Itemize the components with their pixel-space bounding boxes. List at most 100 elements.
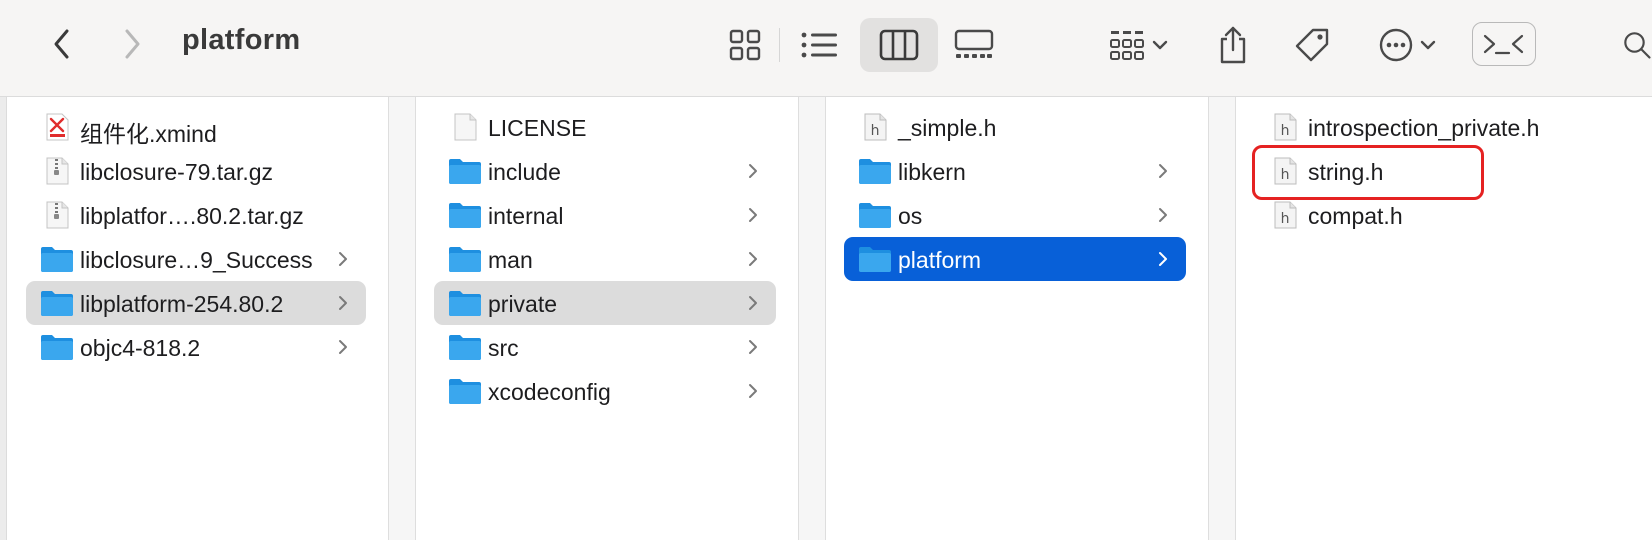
folder-row[interactable]: platform — [844, 237, 1186, 281]
chevron-left-icon — [54, 29, 69, 59]
chevron-right-icon — [339, 252, 347, 266]
svg-text:h: h — [871, 123, 880, 139]
folder-icon — [858, 201, 892, 229]
folder-icon — [40, 333, 74, 361]
archive-icon — [40, 201, 74, 229]
list-view-button[interactable] — [780, 18, 858, 72]
folder-row[interactable]: internal — [434, 193, 776, 237]
tag-icon — [1295, 28, 1329, 62]
archive-icon — [40, 157, 74, 185]
svg-text:h: h — [1281, 211, 1290, 227]
folder-row[interactable]: src — [434, 325, 776, 369]
toolbar: platform — [0, 0, 1652, 97]
file-row[interactable]: h _simple.h — [844, 105, 1186, 149]
item-label: private — [488, 291, 558, 317]
more-actions-button[interactable] — [1372, 18, 1442, 72]
chevron-right-icon — [339, 296, 347, 310]
header-file-icon: h — [1268, 201, 1302, 229]
folder-icon — [40, 289, 74, 317]
folder-icon — [448, 245, 482, 273]
item-label: LICENSE — [488, 115, 587, 141]
folder-row[interactable]: man — [434, 237, 776, 281]
gallery-icon — [954, 29, 994, 58]
group-by-button[interactable] — [1102, 18, 1176, 72]
chevron-down-icon — [1420, 40, 1436, 50]
chevron-right-icon — [749, 384, 757, 398]
folder-icon — [858, 157, 892, 185]
folder-icon — [448, 289, 482, 317]
item-label: internal — [488, 203, 564, 229]
folder-row[interactable]: include — [434, 149, 776, 193]
folder-icon — [448, 157, 482, 185]
file-row[interactable]: libplatfor….80.2.tar.gz — [26, 193, 366, 237]
chevron-down-icon — [1152, 40, 1168, 50]
item-label: include — [488, 159, 561, 185]
chevron-right-icon — [1159, 208, 1167, 222]
search-icon — [1624, 32, 1651, 59]
file-row[interactable]: 组件化.xmind — [26, 105, 366, 149]
folder-row[interactable]: libclosure…9_Success — [26, 237, 366, 281]
item-label: os — [898, 203, 923, 229]
chevron-right-icon — [749, 164, 757, 178]
chevron-right-icon — [339, 340, 347, 354]
chevron-right-icon — [749, 296, 757, 310]
item-label: objc4-818.2 — [80, 335, 201, 361]
browser-column: 组件化.xmind libclosure-79.tar.gz libplatfo… — [8, 97, 388, 540]
file-row[interactable]: libclosure-79.tar.gz — [26, 149, 366, 193]
back-button[interactable] — [42, 22, 82, 66]
more-actions-icon — [1379, 28, 1413, 62]
item-label: platform — [898, 247, 982, 273]
item-label: 组件化.xmind — [80, 121, 217, 147]
item-label: xcodeconfig — [488, 379, 611, 405]
xmind-file-icon — [40, 113, 74, 141]
forward-button[interactable] — [112, 22, 152, 66]
item-label: libclosure-79.tar.gz — [80, 159, 274, 185]
terminal-button[interactable] — [1472, 22, 1536, 66]
folder-icon — [448, 333, 482, 361]
icon-view-button[interactable] — [706, 18, 784, 72]
terminal-icon — [1483, 34, 1524, 55]
column-divider[interactable] — [798, 97, 826, 540]
file-row[interactable]: h introspection_private.h — [1254, 105, 1630, 149]
column-divider[interactable] — [1208, 97, 1236, 540]
chevron-right-icon — [1159, 252, 1167, 266]
window-title: platform — [182, 24, 301, 56]
file-row[interactable]: LICENSE — [434, 105, 776, 149]
browser-column: h _simple.h libkern os platform — [826, 97, 1208, 540]
chevron-right-icon — [125, 29, 140, 59]
share-icon — [1220, 26, 1246, 64]
browser-column: LICENSE include internal man private src… — [416, 97, 798, 540]
item-label: introspection_private.h — [1308, 115, 1540, 141]
folder-row[interactable]: xcodeconfig — [434, 369, 776, 413]
share-button[interactable] — [1213, 18, 1253, 72]
folder-row[interactable]: libplatform-254.80.2 — [26, 281, 366, 325]
folder-row[interactable]: libkern — [844, 149, 1186, 193]
item-label: _simple.h — [898, 115, 997, 141]
item-label: compat.h — [1308, 203, 1403, 229]
header-file-icon: h — [858, 113, 892, 141]
tag-button[interactable] — [1290, 18, 1334, 72]
document-icon — [448, 113, 482, 141]
header-file-icon: h — [1268, 113, 1302, 141]
folder-icon — [858, 245, 892, 273]
item-label: libkern — [898, 159, 966, 185]
folder-row[interactable]: os — [844, 193, 1186, 237]
column-divider[interactable] — [388, 97, 416, 540]
gallery-view-button[interactable] — [935, 18, 1013, 72]
item-label: libplatfor….80.2.tar.gz — [80, 203, 304, 229]
columns-icon — [879, 29, 919, 61]
group-by-icon — [1110, 31, 1144, 60]
folder-icon — [40, 245, 74, 273]
list-icon — [801, 32, 837, 58]
folder-row[interactable]: objc4-818.2 — [26, 325, 366, 369]
chevron-right-icon — [749, 340, 757, 354]
chevron-right-icon — [749, 252, 757, 266]
item-label: src — [488, 335, 519, 361]
search-button[interactable] — [1622, 18, 1652, 72]
chevron-right-icon — [749, 208, 757, 222]
folder-row[interactable]: private — [434, 281, 776, 325]
item-label: libclosure…9_Success — [80, 247, 313, 273]
column-view-button[interactable] — [860, 18, 938, 72]
grid-icon — [729, 29, 761, 61]
item-label: man — [488, 247, 533, 273]
